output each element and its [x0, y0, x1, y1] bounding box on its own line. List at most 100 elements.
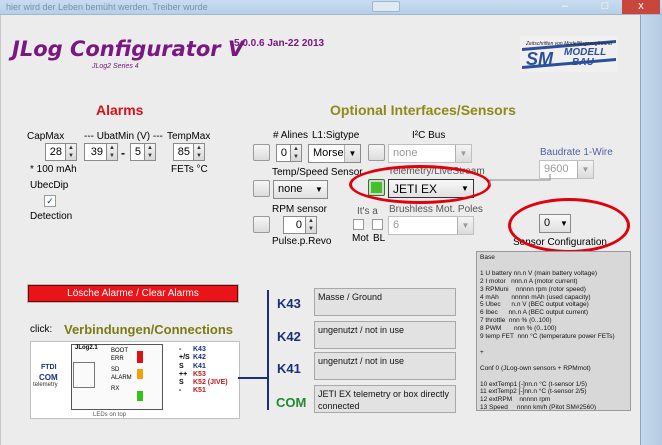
spin-down-icon[interactable]: ▼	[306, 225, 316, 233]
ubatmin-separator: -	[121, 146, 125, 160]
capmax-value[interactable]: 28	[45, 143, 65, 161]
alines-spinner[interactable]: 0 ▲ ▼	[276, 144, 302, 162]
k-rows: - K43 +/S K42 S K41 ++ K53 S K52 (JIVE) - K51	[179, 346, 228, 396]
rpm-spinner[interactable]: 0 ▲ ▼	[283, 216, 317, 234]
itsa-label: It's a	[357, 206, 378, 217]
detection-label: Detection	[30, 211, 73, 222]
chevron-down-icon[interactable]: ▼	[455, 145, 471, 162]
k-row-sign: ++	[179, 370, 188, 378]
rpm-checkbox[interactable]	[253, 216, 270, 233]
tempmax-value[interactable]: 85	[173, 143, 193, 161]
tempmax-spinner[interactable]: 85 ▲ ▼	[173, 143, 205, 161]
k-row-code: K52 (JIVE)	[193, 379, 228, 387]
chevron-down-icon[interactable]: ▼	[344, 145, 360, 162]
i2c-checkbox[interactable]	[368, 144, 385, 161]
k42-label: K42	[277, 329, 301, 344]
rpm-unit: Pulse.p.Revo	[272, 236, 332, 247]
k-row-sign: -	[179, 346, 182, 353]
logo-bau: BAU	[572, 57, 594, 68]
alines-checkbox[interactable]	[253, 144, 270, 161]
close-button[interactable]: x	[622, 0, 660, 14]
bl-label: BL	[373, 233, 386, 244]
spin-down-icon[interactable]: ▼	[194, 152, 204, 160]
i2c-dropdown[interactable]: none ▼	[388, 144, 472, 163]
k-row-sign: -	[179, 387, 182, 395]
spin-up-icon[interactable]: ▲	[66, 144, 76, 152]
minimize-button[interactable]: –	[545, 0, 585, 14]
pin-rx: RX	[111, 386, 120, 392]
pin-sd: SD	[111, 367, 120, 373]
k43-label: K43	[277, 296, 301, 311]
tempmax-unit: FETs °C	[171, 164, 208, 175]
maximize-button[interactable]: □	[585, 0, 625, 14]
temp-speed-value: none	[278, 183, 303, 195]
spin-up-icon[interactable]: ▲	[291, 145, 301, 153]
led-orange	[137, 369, 143, 379]
connection-diagram[interactable]: JLog2.1 FTDI COM telemetry BOOT ERR SD A…	[30, 341, 240, 419]
brushless-dropdown[interactable]: 6 ▼	[388, 216, 474, 235]
com-desc: JETI EX telemetry or box directly connec…	[314, 385, 456, 413]
ubatmin-dec-value[interactable]: 5	[130, 143, 144, 161]
chevron-down-icon[interactable]: ▼	[577, 161, 593, 178]
k43-desc: Masse / Ground	[314, 288, 456, 316]
temp-speed-checkbox[interactable]	[253, 180, 270, 197]
clear-alarms-button[interactable]: Lösche Alarme / Clear Alarms	[28, 285, 238, 302]
diagram-title: JLog2.1	[75, 345, 98, 351]
ubatmin-dec-spinner[interactable]: 5 ▲ ▼	[130, 143, 156, 161]
spin-down-icon[interactable]: ▼	[66, 152, 76, 160]
spin-up-icon[interactable]: ▲	[107, 144, 117, 152]
led-green	[137, 391, 143, 401]
capmax-unit: * 100 mAh	[30, 164, 77, 175]
i2c-label: I²C Bus	[412, 130, 446, 141]
telemetry-small-label: telemetry	[33, 382, 58, 388]
connections-heading: Verbindungen/Connections	[64, 322, 234, 337]
pin-err: ERR	[111, 355, 124, 362]
k-row-code: K42	[193, 354, 206, 362]
k-row-code: K51	[193, 387, 206, 395]
background-window-text: hier wird der Leben bemüht werden. Treib…	[6, 2, 208, 12]
spin-down-icon[interactable]: ▼	[145, 152, 155, 160]
k41-label: K41	[277, 361, 301, 376]
i2c-value: none	[393, 147, 418, 159]
chevron-down-icon[interactable]: ▼	[457, 217, 473, 234]
spin-up-icon[interactable]: ▲	[145, 144, 155, 152]
ubatmin-int-value[interactable]: 39	[84, 143, 106, 161]
series-label: JLog2 Series 4	[92, 63, 139, 70]
k-row-sign: S	[179, 362, 184, 370]
alarms-heading: Alarms	[96, 102, 144, 118]
connector-bracket	[238, 290, 269, 410]
app-title: JLog Configurator V	[12, 37, 245, 61]
chevron-down-icon[interactable]: ▼	[311, 181, 327, 198]
window-titlebar: hier wird der Leben bemüht werden. Treib…	[0, 0, 662, 15]
alines-value[interactable]: 0	[276, 144, 290, 162]
mot-checkbox[interactable]	[353, 219, 364, 230]
sensor-config-highlight-oval	[508, 198, 630, 253]
spin-down-icon[interactable]: ▼	[107, 152, 117, 160]
ubecdip-checkbox[interactable]: ✓	[44, 195, 56, 207]
spin-up-icon[interactable]: ▲	[194, 144, 204, 152]
k-row-code: K53	[193, 370, 206, 378]
sigtype-dropdown[interactable]: Morse ▼	[308, 144, 361, 163]
spin-down-icon[interactable]: ▼	[291, 153, 301, 161]
spin-up-icon[interactable]: ▲	[306, 217, 316, 225]
ubatmin-int-spinner[interactable]: 39 ▲ ▼	[84, 143, 118, 161]
ftdi-label: FTDI	[41, 364, 57, 371]
bl-checkbox[interactable]	[372, 219, 383, 230]
com-label-small: COM	[39, 373, 58, 382]
com-label: COM	[276, 395, 307, 410]
titlebar-tab	[372, 1, 400, 12]
rpm-value[interactable]: 0	[283, 216, 305, 234]
temp-speed-dropdown[interactable]: none ▼	[273, 180, 328, 199]
pin-labels: BOOT ERR SD ALARM RX	[111, 348, 132, 394]
rpm-label: RPM sensor	[272, 204, 328, 215]
logo-sm: SM	[526, 49, 554, 69]
k-row-sign: S	[179, 379, 184, 387]
capmax-label: CapMax	[27, 131, 65, 142]
capmax-spinner[interactable]: 28 ▲ ▼	[45, 143, 77, 161]
brushless-label: Brushless Mot. Poles	[389, 204, 483, 215]
baudrate-label: Baudrate 1-Wire	[540, 147, 613, 158]
optional-heading: Optional Interfaces/Sensors	[330, 102, 516, 118]
window-right-frame	[640, 15, 662, 445]
sigtype-value: Morse	[313, 147, 344, 159]
k-row-code: K41	[193, 362, 206, 370]
